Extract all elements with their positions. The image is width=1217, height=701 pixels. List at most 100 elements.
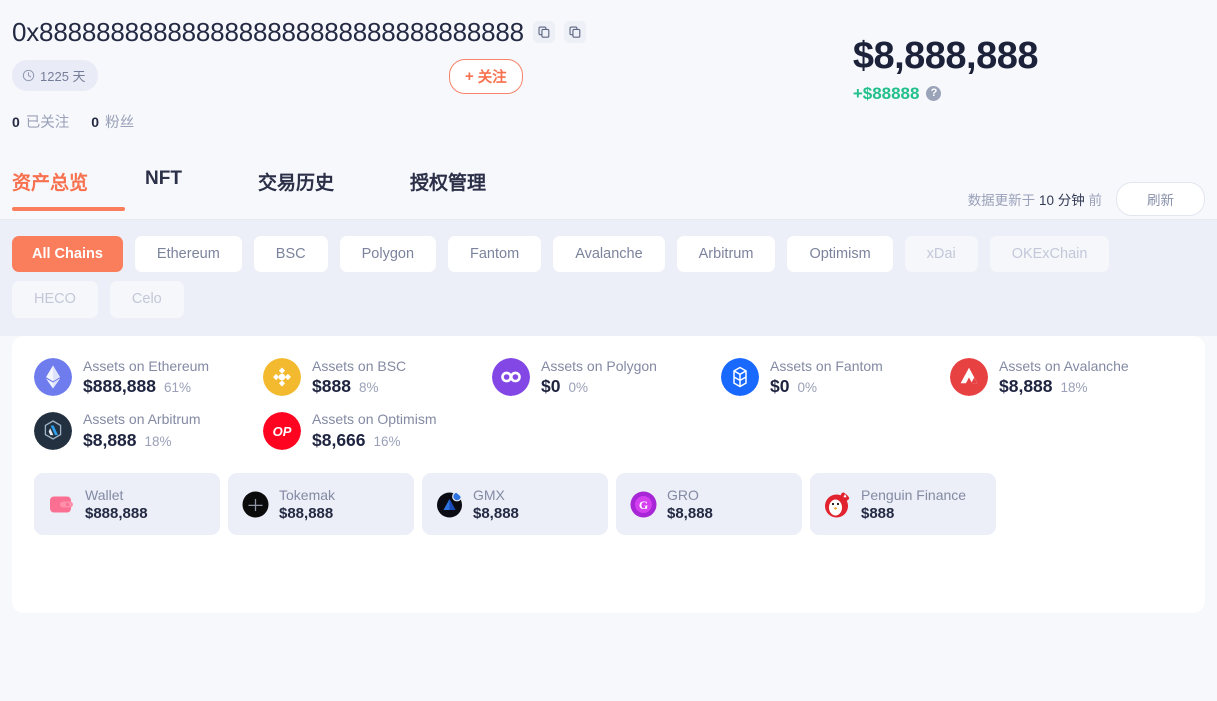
asset-row-fantom[interactable]: Assets on Fantom $0 0% xyxy=(721,358,950,398)
chain-chip-all-chains[interactable]: All Chains xyxy=(12,235,123,273)
asset-amount: $8,888 xyxy=(83,430,137,451)
chain-chip-bsc[interactable]: BSC xyxy=(253,235,328,273)
active-tab-indicator xyxy=(12,206,125,211)
svg-text:OP: OP xyxy=(273,424,292,439)
fans-stat[interactable]: 0 粉丝 xyxy=(91,111,134,132)
tab-label: NFT xyxy=(145,167,182,189)
asset-row-optimism[interactable]: OP Assets on Optimism $8,666 16% xyxy=(263,411,492,451)
asset-values: $8,666 16% xyxy=(312,430,436,451)
fantom-icon xyxy=(721,358,759,397)
protocol-amount: $8,888 xyxy=(473,504,519,522)
tokemak-icon xyxy=(242,491,269,518)
following-stat[interactable]: 0 已关注 xyxy=(12,111,69,132)
asset-percentage: 61% xyxy=(164,380,192,396)
asset-values: $0 0% xyxy=(770,376,883,397)
tab-assets-overview[interactable]: 资产总览 xyxy=(12,168,145,211)
assets-overview-card: Assets on Ethereum $888,888 61% Assets o… xyxy=(12,335,1205,613)
update-value: 10 分钟 xyxy=(1038,192,1085,208)
copy-icon xyxy=(538,26,550,38)
plus-icon: + xyxy=(465,67,474,85)
protocol-name: GRO xyxy=(667,486,699,503)
chain-chip-ethereum[interactable]: Ethereum xyxy=(134,235,242,273)
protocol-amount: $888 xyxy=(861,504,895,522)
protocol-text: Penguin Finance $888 xyxy=(861,487,966,522)
protocol-card-gro[interactable]: G GRO $8,888 xyxy=(616,473,802,536)
asset-row-avalanche[interactable]: Assets on Avalanche $8,888 18% xyxy=(950,358,1179,398)
protocol-name: Wallet xyxy=(85,486,124,503)
copy-link-button[interactable] xyxy=(563,21,586,44)
asset-amount: $888,888 xyxy=(83,376,156,397)
wallet-icon xyxy=(50,496,73,513)
follow-button[interactable]: + 关注 xyxy=(449,58,523,94)
asset-row-polygon[interactable]: Assets on Polygon $0 0% xyxy=(492,358,721,398)
chain-filter-list: All Chains Ethereum BSC Polygon Fantom A… xyxy=(12,235,1162,318)
bsc-icon xyxy=(263,358,301,397)
tab-transaction-history[interactable]: 交易历史 xyxy=(258,168,410,211)
copy-icon xyxy=(569,26,581,38)
refresh-button[interactable]: 刷新 xyxy=(1116,181,1205,216)
asset-text: Assets on Polygon $0 0% xyxy=(541,358,657,398)
clock-icon xyxy=(22,69,35,82)
asset-text: Assets on Avalanche $8,888 18% xyxy=(999,358,1129,398)
asset-values: $8,888 18% xyxy=(999,376,1129,397)
arbitrum-icon xyxy=(34,412,72,451)
asset-row-bsc[interactable]: Assets on BSC $888 8% xyxy=(263,358,492,398)
asset-percentage: 8% xyxy=(358,380,379,396)
asset-amount: $8,888 xyxy=(999,376,1053,397)
protocol-text: Wallet $888,888 xyxy=(85,487,148,522)
chain-filter-zone: All Chains Ethereum BSC Polygon Fantom A… xyxy=(0,219,1217,336)
gro-icon: G xyxy=(630,491,657,518)
asset-name: Assets on Optimism xyxy=(312,411,437,428)
balance-block: $8,888,888 +$88888 ? xyxy=(852,35,1039,104)
chain-chip-arbitrum[interactable]: Arbitrum xyxy=(676,235,776,273)
following-count: 0 xyxy=(12,113,20,130)
protocol-card-wallet[interactable]: Wallet $888,888 xyxy=(34,473,220,536)
asset-text: Assets on Fantom $0 0% xyxy=(770,358,883,398)
asset-amount: $0 xyxy=(541,376,561,397)
last-updated-text: 数据更新于 10 分钟 前 xyxy=(968,189,1102,209)
asset-text: Assets on Optimism $8,666 16% xyxy=(312,411,436,451)
ethereum-icon xyxy=(34,358,72,397)
chain-chip-polygon[interactable]: Polygon xyxy=(339,235,437,273)
asset-percentage: 18% xyxy=(1060,380,1088,396)
update-suffix: 前 xyxy=(1088,192,1103,208)
asset-text: Assets on Arbitrum $8,888 18% xyxy=(83,411,201,451)
chain-chip-avalanche[interactable]: Avalanche xyxy=(553,235,665,273)
asset-percentage: 0% xyxy=(568,380,588,396)
chain-chip-fantom[interactable]: Fantom xyxy=(448,235,542,273)
avalanche-icon xyxy=(950,358,988,397)
svg-text:G: G xyxy=(639,498,648,512)
protocol-name: Penguin Finance xyxy=(861,486,967,503)
asset-row-arbitrum[interactable]: Assets on Arbitrum $8,888 18% xyxy=(34,411,263,451)
social-stats: 0 已关注 0 粉丝 xyxy=(0,111,1217,132)
fans-label: 粉丝 xyxy=(105,114,135,131)
portfolio-page: 0x8888888888888888888888888888888888 122… xyxy=(0,0,1217,701)
tab-nft[interactable]: NFT xyxy=(145,168,258,206)
profile-header: 0x8888888888888888888888888888888888 122… xyxy=(0,0,1217,132)
polygon-icon xyxy=(492,358,530,397)
asset-percentage: 0% xyxy=(797,380,817,396)
asset-name: Assets on Ethereum xyxy=(83,357,210,374)
asset-name: Assets on Fantom xyxy=(770,357,883,374)
tab-bar-actions: 数据更新于 10 分钟 前 刷新 xyxy=(968,181,1205,216)
asset-text: Assets on Ethereum $888,888 61% xyxy=(83,358,209,398)
follow-button-label: 关注 xyxy=(477,69,507,86)
protocol-card-penguin-finance[interactable]: Penguin Finance $888 xyxy=(810,473,996,536)
asset-row-ethereum[interactable]: Assets on Ethereum $888,888 61% xyxy=(34,358,263,398)
asset-name: Assets on Polygon xyxy=(541,357,657,374)
protocol-card-tokemak[interactable]: Tokemak $88,888 xyxy=(228,473,414,536)
protocol-text: GMX $8,888 xyxy=(473,487,519,522)
protocol-amount: $888,888 xyxy=(85,504,148,522)
asset-values: $8,888 18% xyxy=(83,430,201,451)
protocol-name: Tokemak xyxy=(279,486,336,503)
protocol-name: GMX xyxy=(473,486,505,503)
protocol-card-gmx[interactable]: GMX $8,888 xyxy=(422,473,608,536)
tab-label: 资产总览 xyxy=(12,172,89,194)
asset-values: $888 8% xyxy=(312,376,406,397)
tab-approval-management[interactable]: 授权管理 xyxy=(410,168,486,211)
chain-chip-optimism[interactable]: Optimism xyxy=(787,235,893,273)
help-icon[interactable]: ? xyxy=(926,86,942,102)
copy-address-button[interactable] xyxy=(532,21,555,44)
total-balance: $8,888,888 xyxy=(852,35,1039,77)
balance-change: +$88888 xyxy=(852,83,920,103)
